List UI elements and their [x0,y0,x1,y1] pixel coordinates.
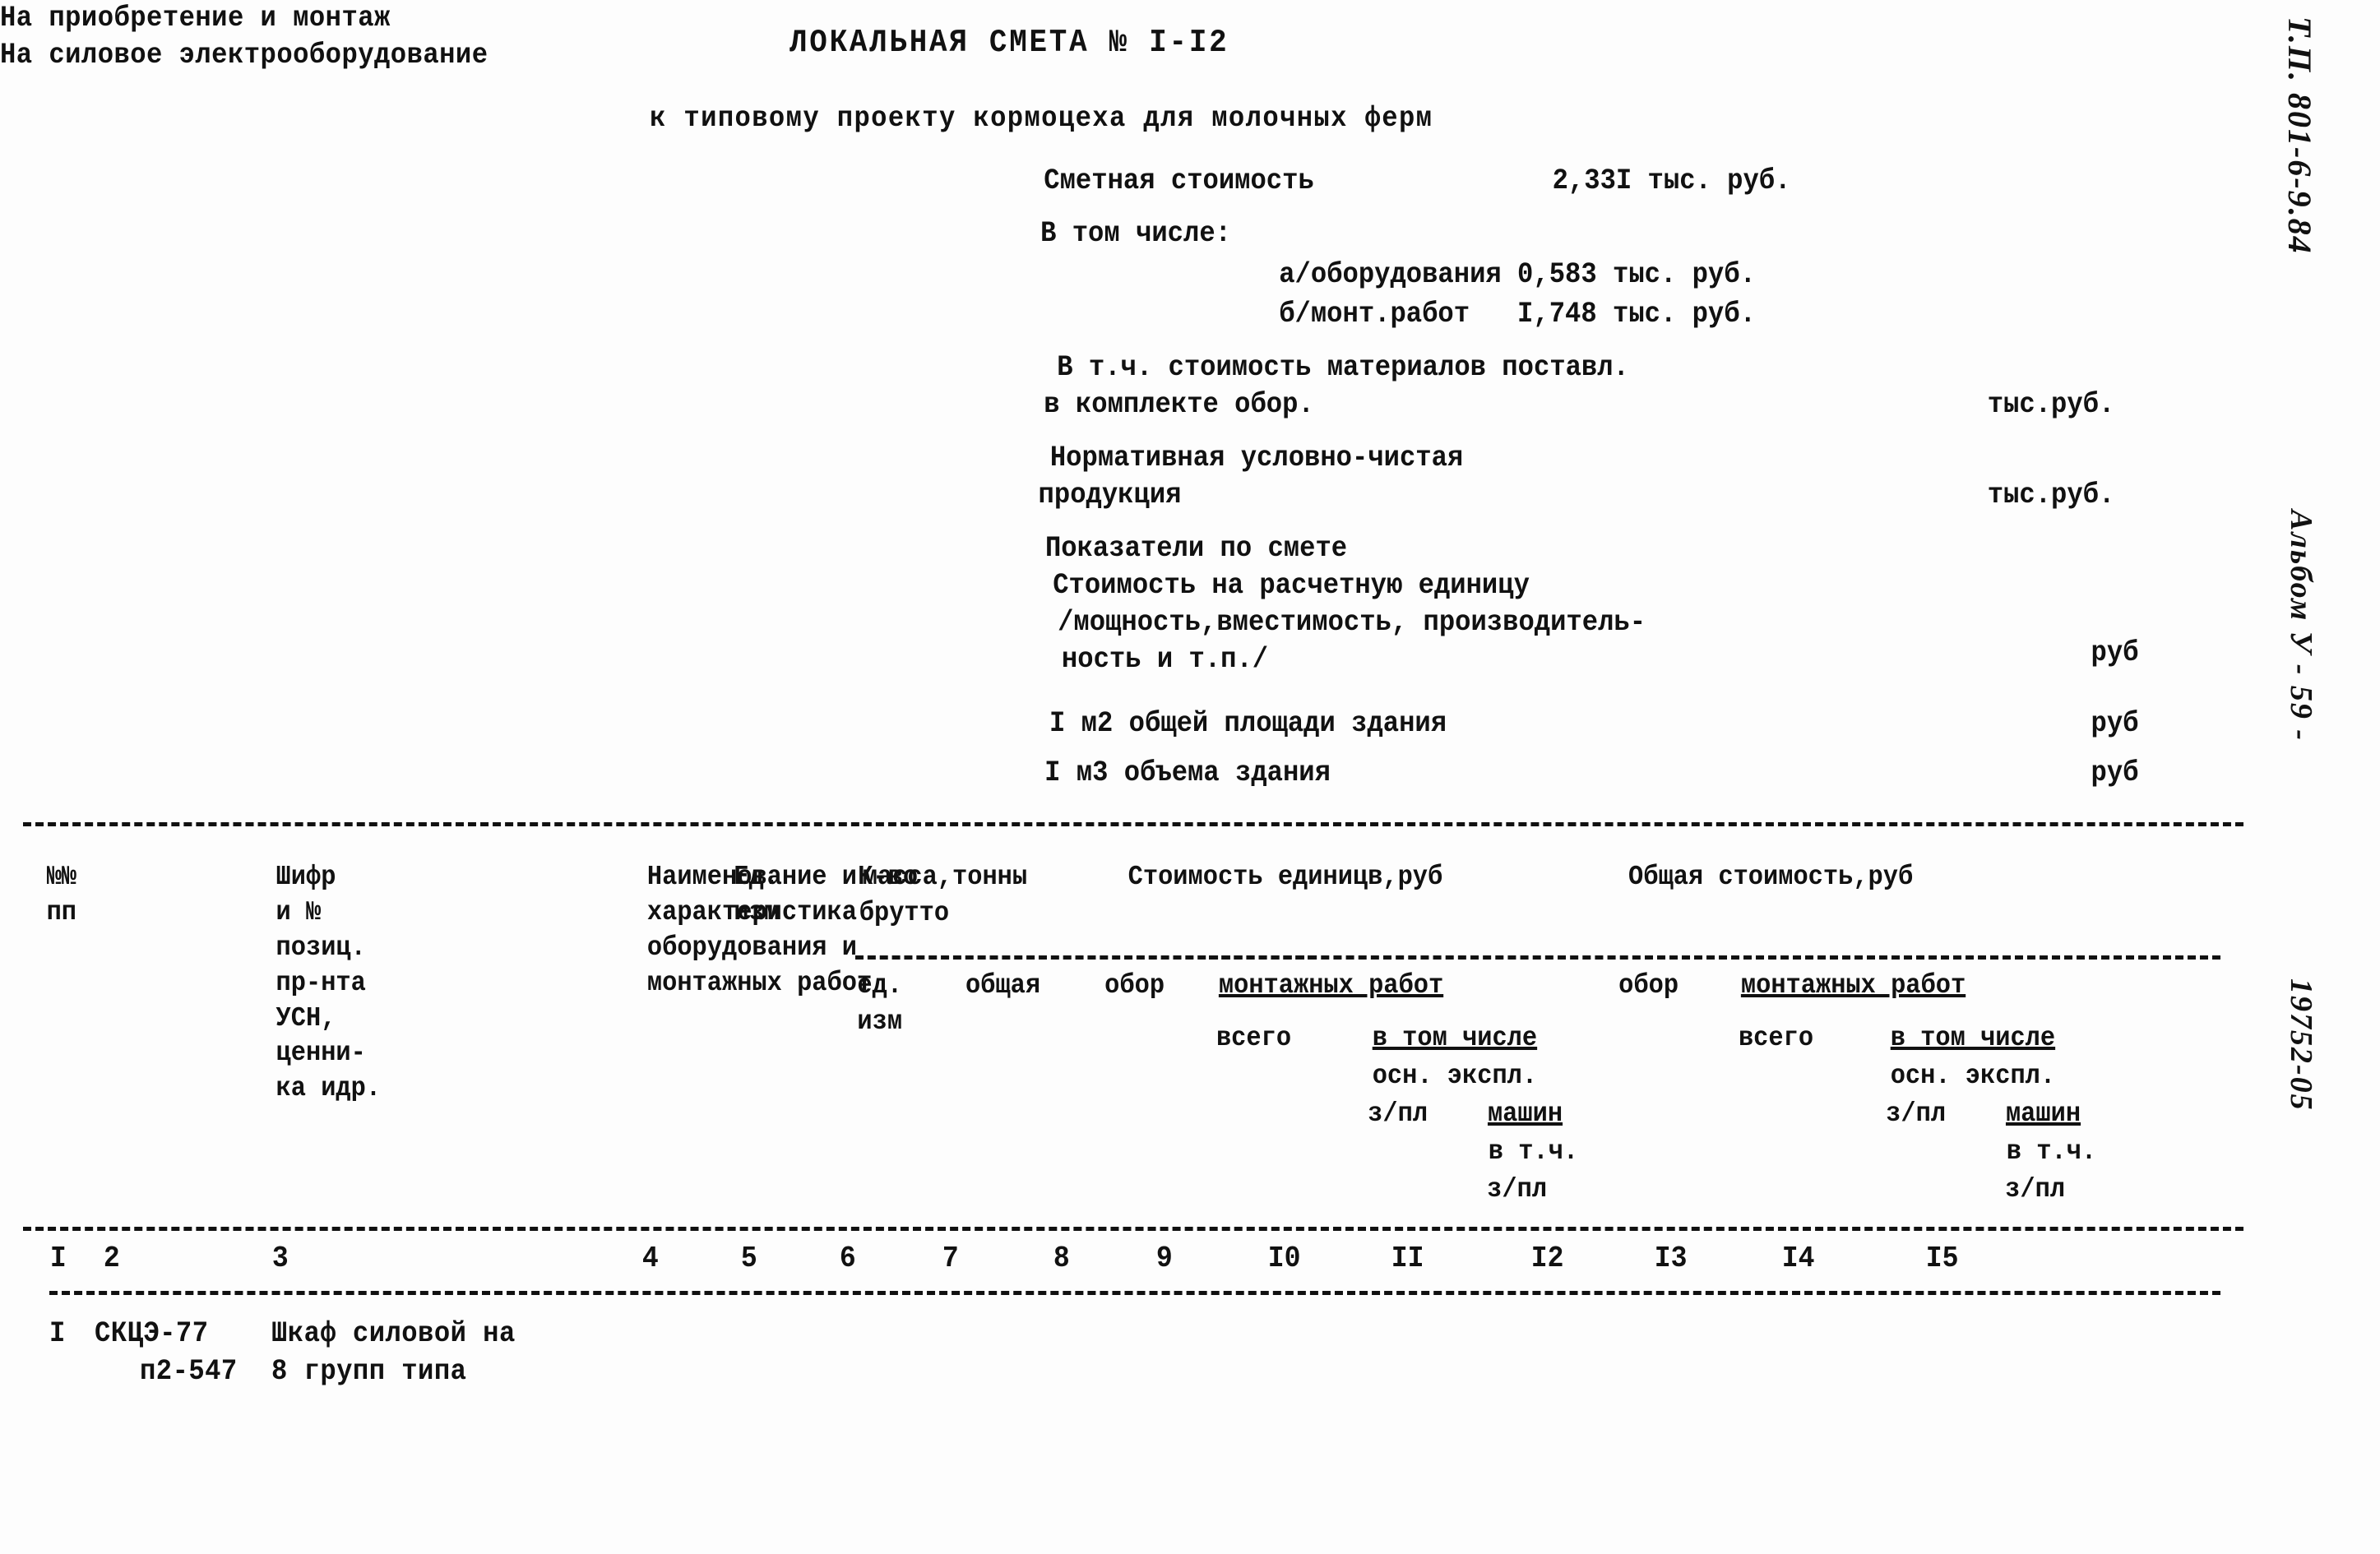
header-line: ка идр. [276,1073,382,1104]
header-line: изм [734,896,780,927]
header-line: монтажных работ [646,967,873,998]
indicators-line-1: Стоимость на расчетную единицу [1053,569,1530,602]
estimate-total-value: 2,33I тыс. руб. [1552,164,1791,197]
cost-total-osn-ekspl: осн. экспл. [1890,1061,2056,1091]
cost-unit-v-tch: в т.ч. [1488,1136,1579,1167]
cost-unit-vsego: всего [1215,1023,1292,1053]
cost-total-zpl-2: з/пл [2005,1174,2066,1205]
cost-unit-divider [1209,955,1653,960]
cost-unit-mont: монтажных работ [1218,970,1444,1001]
table-header-bottom-divider [23,1227,2243,1231]
header-line: ценни- [276,1038,366,1069]
column-number: I2 [1530,1242,1564,1275]
installation-cost-line: б/монт.работ I,748 тыс. руб. [1279,298,1756,331]
column-number: I4 [1781,1242,1815,1275]
indicators-line-3: ность и т.п./ [1061,643,1269,676]
table-top-divider [23,822,2243,826]
purpose-line-1: На приобретение и монтаж [0,2,391,35]
column-number: 8 [1053,1242,1070,1275]
volume-indicator-label: I м3 объема здания [1044,756,1331,789]
column-number: 9 [1155,1242,1173,1275]
column-number: I [49,1242,67,1275]
including-label: В том числе: [1040,217,1231,250]
cost-total-vsego: всего [1738,1023,1814,1053]
column-number: 3 [271,1242,289,1275]
cost-total-zpl: з/пл [1886,1098,1947,1129]
cost-unit-obor: обор [1104,970,1165,1001]
cost-unit-group-title: Стоимость единицв,руб [1127,862,1443,892]
purpose-line-2: На силовое электрооборудование [0,38,489,72]
row-shifr-line2: п2-547 [140,1355,238,1388]
cost-total-group-title: Общая стоимость,руб [1628,862,1914,892]
equipment-cost-line: а/оборудования 0,583 тыс. руб. [1279,258,1756,291]
purpose-block: На приобретение и монтаж На силовое элек… [0,0,2380,74]
estimate-total-label: Сметная стоимость [1044,164,1314,197]
mass-header-line1: масса,тонны [862,862,1028,892]
cost-unit-zpl-2: з/пл [1487,1174,1548,1205]
mass-sub-izm: изм [857,1006,903,1037]
mass-sub-obshaya: общая [965,970,1041,1001]
normative-line-1: Нормативная условно-чистая [1049,442,1464,474]
row-position: I [49,1317,66,1350]
column-number: 5 [740,1242,757,1275]
header-line: пр-нта [276,967,366,998]
volume-indicator-unit: руб [2091,756,2139,789]
indicators-line-2: /мощность,вместимость, производитель- [1058,606,1646,639]
column-number: I3 [1654,1242,1688,1275]
document-page: ЛОКАЛЬНАЯ СМЕТА № I-I2 к типовому проект… [0,0,2380,1554]
materials-cost-line-1: В т.ч. стоимость материалов поставл. [1057,351,1629,384]
mass-sub-ed: ед. [857,970,903,1001]
header-line: Ед. [734,862,780,892]
area-indicator-unit: руб [2091,707,2139,740]
materials-cost-line-2: в комплекте обор. [1044,388,1314,421]
document-subtitle: к типовому проекту кормоцеха для молочны… [650,102,1433,135]
column-number: 2 [103,1242,120,1275]
cost-total-divider [1645,955,2220,960]
cost-unit-mashin: машин [1487,1098,1563,1129]
column-number: 4 [641,1242,659,1275]
header-line: позиц. [276,932,366,963]
table-header-col-unit: Ед. изм [734,860,779,931]
cost-unit-osn-ekspl: осн. экспл. [1372,1061,1538,1091]
header-line: №№ [46,862,77,892]
header-line: пп [46,896,77,927]
row-name-line2: 8 групп типа [271,1355,467,1388]
column-number: 7 [942,1242,959,1275]
indicators-title: Показатели по смете [1044,532,1348,565]
cost-total-mont: монтажных работ [1740,970,1966,1001]
table-header-col-num: №№ пп [47,860,76,931]
row-shifr-line1: СКЦЭ-77 [95,1317,209,1350]
indicators-unit: руб [2091,636,2139,669]
column-number: I0 [1267,1242,1301,1275]
margin-code: 19752-05 [2284,978,2318,1112]
cost-unit-v-tom-chisle: в том числе [1372,1023,1538,1053]
cost-total-mashin: машин [2005,1098,2081,1129]
header-line: оборудования и [646,932,857,963]
column-number: I5 [1925,1242,1959,1275]
margin-type-project: Т.П. 801-6-9.84 [2281,16,2318,255]
table-header-col-shifr: Шифр и № позиц. пр-нта УСН, ценни-ка идр. [276,860,382,1107]
header-line: УСН, [276,1002,336,1034]
column-number: 6 [839,1242,856,1275]
normative-unit: тыс.руб. [1987,479,2115,511]
header-line: и № [276,896,322,927]
cost-unit-zpl: з/пл [1368,1098,1428,1129]
mass-header-line2: брутто [859,898,950,928]
column-number-divider [49,1291,2220,1295]
cost-total-v-tch: в т.ч. [2006,1136,2097,1167]
area-indicator-label: I м2 общей площади здания [1049,707,1447,740]
cost-total-v-tom-chisle: в том числе [1890,1023,2056,1053]
cost-total-obor: обор [1618,970,1679,1001]
header-line: Шифр [276,862,336,892]
normative-line-2: продукция [1038,479,1182,511]
margin-album: Альбом У - 59 - [2284,510,2318,742]
row-name-line1: Шкаф силовой на [271,1317,516,1350]
materials-cost-unit: тыс.руб. [1987,388,2115,421]
column-number: II [1391,1242,1424,1275]
